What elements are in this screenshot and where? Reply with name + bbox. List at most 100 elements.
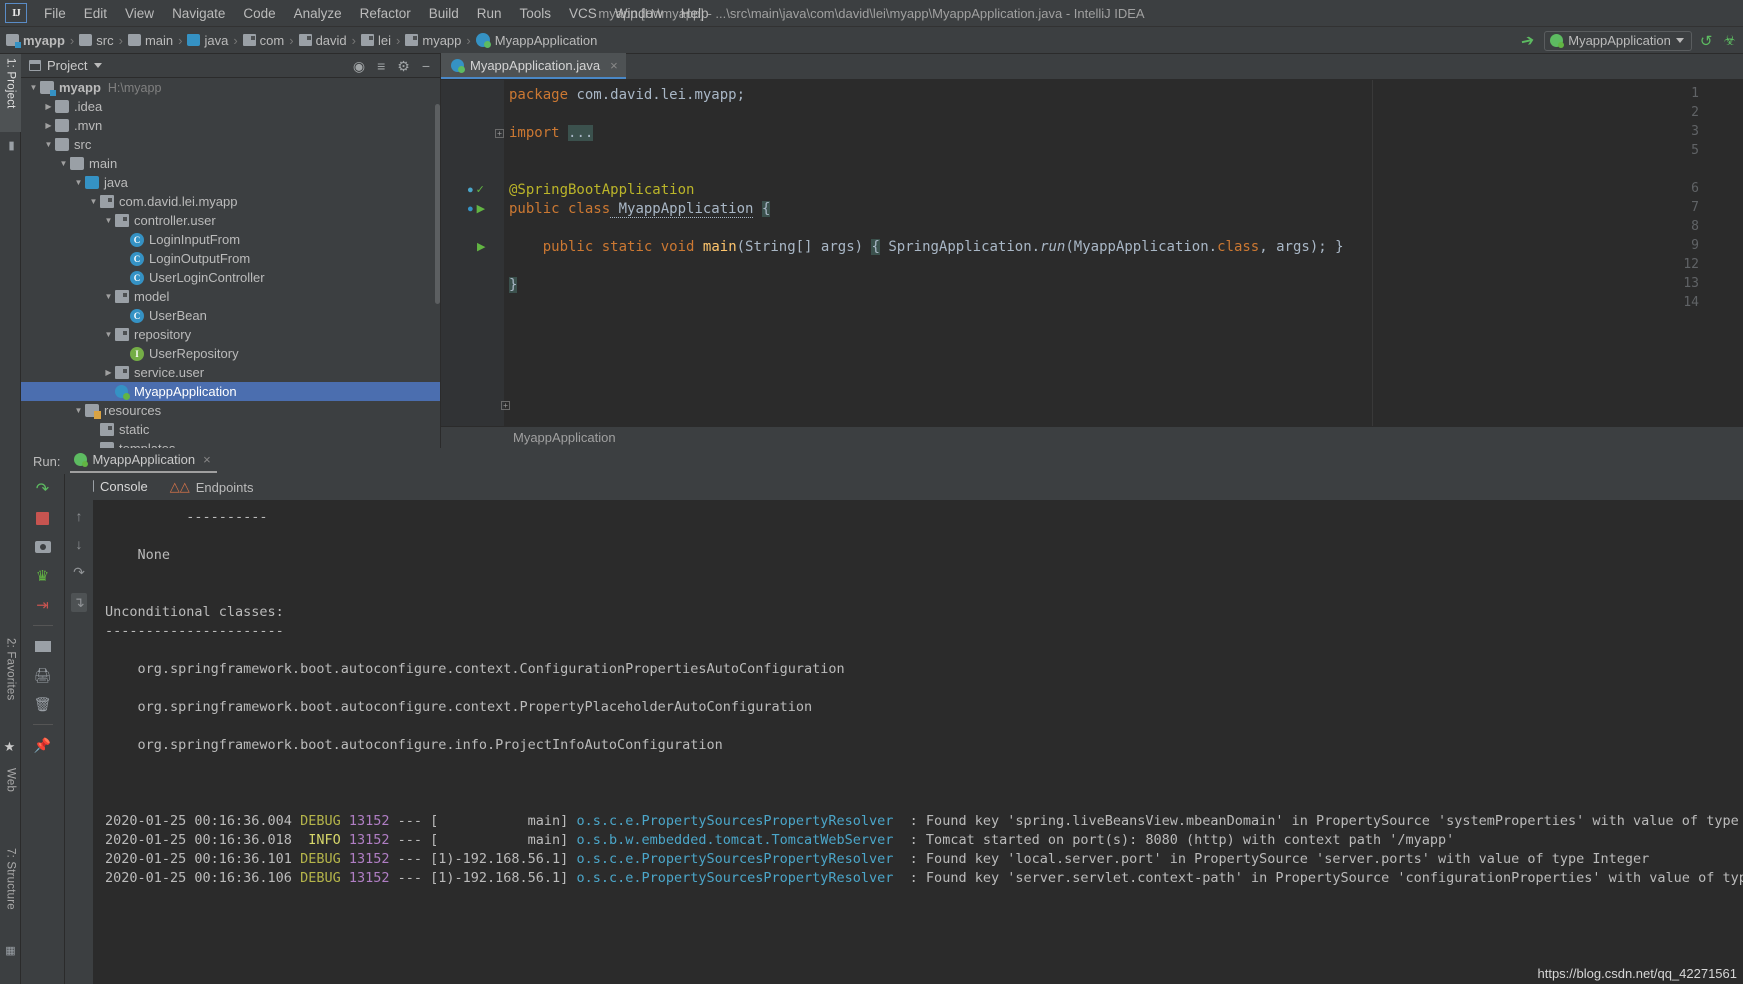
chevron-down-icon[interactable]: ▼ [87, 197, 100, 206]
fold-toggle-method-icon[interactable]: + [501, 401, 510, 410]
hide-icon[interactable]: − [422, 59, 430, 73]
breadcrumb-item-myappapplication[interactable]: MyappApplication [475, 33, 597, 48]
chevron-right-icon[interactable]: ▶ [102, 368, 115, 377]
tree-node-loginoutputfrom[interactable]: C LoginOutputFrom [21, 249, 440, 268]
rerun-icon[interactable]: ↷ [34, 480, 52, 498]
fold-toggle-icon[interactable]: + [495, 129, 504, 138]
run-gutter-icon[interactable]: ● ▶ [467, 202, 485, 215]
code-editor[interactable]: 1 2 3 5 6 ● ✓ 7 ● ▶ 8 9 ▶ 12 13 14 package com.david.le… [441, 80, 1743, 448]
chevron-down-icon[interactable] [1675, 38, 1684, 43]
menu-item-run[interactable]: Run [468, 4, 511, 23]
export-icon[interactable]: ⇥ [34, 596, 52, 614]
sidebar-item-web[interactable]: Web [0, 764, 21, 826]
tree-node-repository[interactable]: ▼ repository [21, 325, 440, 344]
run-tab-myappapplication[interactable]: MyappApplication × [70, 449, 217, 473]
menu-item-code[interactable]: Code [234, 4, 284, 23]
tree-node--idea[interactable]: ▶ .idea [21, 97, 440, 116]
tree-node--mvn[interactable]: ▶ .mvn [21, 116, 440, 135]
sidebar-item-favorites[interactable]: 2: Favorites [0, 634, 21, 734]
thread-dump-icon[interactable]: ♛ [34, 567, 52, 585]
menu-item-analyze[interactable]: Analyze [285, 4, 351, 23]
breadcrumb-item-david[interactable]: david [298, 33, 347, 48]
collapse-all-icon[interactable]: ≡ [377, 59, 385, 73]
up-arrow-icon[interactable]: ↑ [76, 508, 83, 524]
chevron-down-icon[interactable]: ▼ [102, 330, 115, 339]
menu-item-window[interactable]: Window [606, 4, 672, 23]
breadcrumb-item-lei[interactable]: lei [361, 33, 391, 48]
soft-wrap-icon[interactable]: ↷ [73, 564, 85, 581]
target-locate-icon[interactable]: ◉ [353, 59, 365, 73]
print-icon[interactable]: 🖨 [34, 666, 52, 684]
menu-item-tools[interactable]: Tools [511, 4, 561, 23]
tree-node-userbean[interactable]: C UserBean [21, 306, 440, 325]
tree-node-myapp[interactable]: ▼ myapp H:\myapp [21, 78, 440, 97]
console-output[interactable]: https://blog.csdn.net/qq_42271561 ------… [93, 500, 1743, 984]
breadcrumb-item-myapp[interactable]: myapp [6, 33, 65, 48]
menu-item-edit[interactable]: Edit [75, 4, 116, 23]
chevron-down-icon[interactable]: ▼ [102, 216, 115, 225]
chevron-down-icon[interactable]: ▼ [72, 178, 85, 187]
chevron-down-icon[interactable]: ▼ [102, 292, 115, 301]
breadcrumb-item-com[interactable]: com [242, 33, 284, 48]
camera-icon[interactable] [34, 538, 52, 556]
tree-node-userrepository[interactable]: I UserRepository [21, 344, 440, 363]
editor-gutter[interactable] [441, 80, 503, 448]
menu-item-navigate[interactable]: Navigate [163, 4, 234, 23]
tree-node-myappapplication[interactable]: MyappApplication [21, 382, 440, 401]
project-tree[interactable]: ▼ myapp H:\myapp ▶ .idea ▶ .mvn ▼ src ▼ main ▼ java ▼… [21, 78, 440, 448]
run-method-gutter-icon[interactable]: ▶ [477, 240, 485, 253]
menu-item-help[interactable]: Help [672, 4, 718, 23]
breadcrumb-item-myapp[interactable]: myapp [405, 33, 461, 48]
tree-node-main[interactable]: ▼ main [21, 154, 440, 173]
sidebar-item-structure[interactable]: 7: Structure [0, 844, 21, 936]
tab-endpoints[interactable]: △△ Endpoints [170, 479, 254, 495]
chevron-down-icon[interactable] [94, 63, 103, 68]
tab-myappapplication-java[interactable]: MyappApplication.java × [441, 53, 626, 79]
breadcrumb-item-main[interactable]: main [127, 33, 173, 48]
breadcrumb[interactable]: myapp › src › main › java › com › david › lei › myapp ›… [6, 33, 597, 48]
scroll-to-end-icon[interactable]: ↴ [71, 593, 87, 612]
menu-item-view[interactable]: View [116, 4, 163, 23]
menu-item-build[interactable]: Build [420, 4, 468, 23]
build-hammer-icon[interactable]: ➔ [1513, 28, 1542, 53]
tree-node-java[interactable]: ▼ java [21, 173, 440, 192]
collapsed-imports[interactable]: ... [568, 125, 594, 141]
menu-item-vcs[interactable]: VCS [560, 4, 606, 23]
run-icon[interactable]: ↺ [1696, 32, 1717, 50]
close-icon[interactable]: × [610, 58, 618, 73]
debug-icon[interactable]: ☣ [1720, 32, 1739, 49]
layout-icon[interactable] [34, 637, 52, 655]
project-tree-scrollbar[interactable] [435, 104, 440, 304]
stop-icon[interactable] [34, 509, 52, 527]
chevron-right-icon[interactable]: ▶ [42, 102, 55, 111]
chevron-down-icon[interactable]: ▼ [57, 159, 70, 168]
run-configuration-selector[interactable]: MyappApplication [1544, 30, 1692, 51]
chevron-down-icon[interactable]: ▼ [72, 406, 85, 415]
down-arrow-icon[interactable]: ↓ [76, 536, 83, 552]
editor-scrollbar[interactable] [1729, 80, 1743, 448]
breadcrumb-item-java[interactable]: java [187, 33, 228, 48]
tree-node-templates[interactable]: templates [21, 439, 440, 448]
tree-node-userlogincontroller[interactable]: C UserLoginController [21, 268, 440, 287]
editor-breadcrumb[interactable]: MyappApplication [441, 426, 1743, 448]
tree-node-src[interactable]: ▼ src [21, 135, 440, 154]
gear-icon[interactable]: ⚙ [397, 59, 410, 73]
chevron-down-icon[interactable]: ▼ [42, 140, 55, 149]
trash-icon[interactable]: 🗑 [34, 695, 52, 713]
breadcrumb-item-src[interactable]: src [79, 33, 114, 48]
tree-node-model[interactable]: ▼ model [21, 287, 440, 306]
chevron-right-icon[interactable]: ▶ [42, 121, 55, 130]
tree-node-service-user[interactable]: ▶ service.user [21, 363, 440, 382]
tree-node-static[interactable]: static [21, 420, 440, 439]
bean-gutter-icon[interactable]: ● ✓ [467, 183, 485, 196]
tree-node-com-david-lei-myapp[interactable]: ▼ com.david.lei.myapp [21, 192, 440, 211]
menu-item-file[interactable]: File [35, 4, 75, 23]
menu-item-refactor[interactable]: Refactor [351, 4, 420, 23]
sidebar-item-project[interactable]: 1: Project [0, 54, 21, 132]
code-content[interactable]: package com.david.lei.myapp; + import ...… [495, 80, 1743, 448]
close-icon[interactable]: × [203, 452, 211, 467]
chevron-down-icon[interactable]: ▼ [27, 83, 40, 92]
tree-node-resources[interactable]: ▼ resources [21, 401, 440, 420]
pin-icon[interactable]: 📌 [34, 736, 52, 754]
tree-node-logininputfrom[interactable]: C LoginInputFrom [21, 230, 440, 249]
